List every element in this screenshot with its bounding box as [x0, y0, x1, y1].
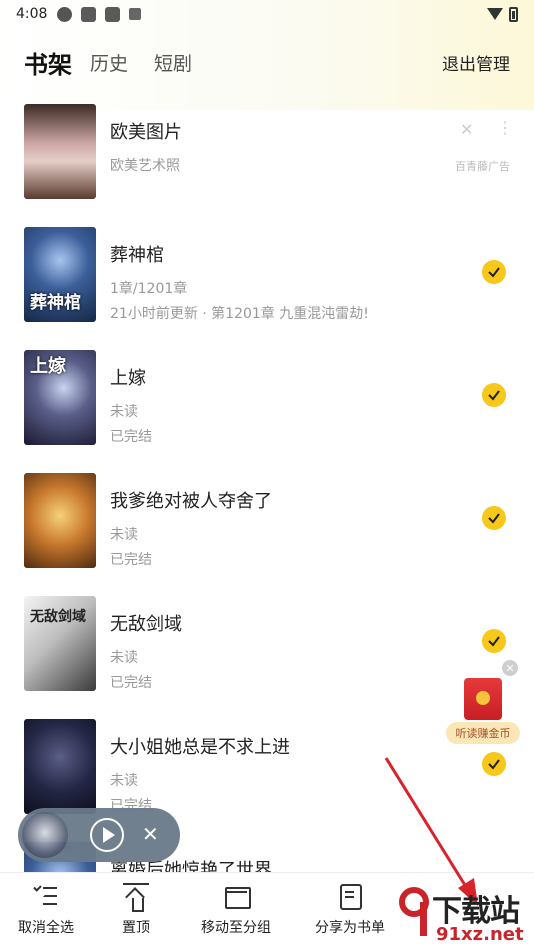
- wifi-icon: [487, 8, 503, 20]
- status-bar: 4:08: [0, 0, 534, 28]
- book-title: 葬神棺: [110, 245, 164, 266]
- pin-top-label: 置顶: [122, 920, 150, 936]
- notification-icon-3: [129, 8, 142, 20]
- book-status: 已完结: [110, 675, 152, 691]
- book-progress: 1章/1201章: [110, 281, 188, 297]
- book-cover: 无敌剑域: [24, 596, 96, 691]
- notification-icon-2: [105, 6, 121, 22]
- deselect-all-button[interactable]: 取消全选: [14, 883, 78, 937]
- list-item[interactable]: 我爹绝对被人夺舍了 未读 已完结: [0, 469, 534, 592]
- notification-icon: [81, 6, 97, 22]
- book-title: 欧美图片: [110, 122, 182, 143]
- cover-title-art: 上嫁: [30, 356, 66, 377]
- book-update-status: 21小时前更新 · 第1201章 九重混沌雷劫!: [110, 306, 369, 322]
- book-title: 无敌剑域: [110, 614, 182, 635]
- more-vertical-icon[interactable]: ⋮: [497, 118, 513, 137]
- watermark-url: 91xz.net: [436, 924, 524, 945]
- listen-reward-widget[interactable]: ✕ 听读赚金币: [446, 660, 524, 744]
- deselect-all-label: 取消全选: [18, 920, 74, 936]
- move-to-group-label: 移动至分组: [201, 920, 271, 936]
- selected-check-icon[interactable]: [482, 752, 506, 776]
- bookshelf-header: 书架 历史 短剧 退出管理: [0, 40, 534, 84]
- pin-top-button[interactable]: 置顶: [114, 883, 158, 937]
- audio-cover-thumbnail: [22, 812, 68, 858]
- play-button[interactable]: [90, 818, 124, 852]
- selected-check-icon[interactable]: [482, 506, 506, 530]
- battery-icon: [509, 6, 518, 22]
- book-cover: [24, 473, 96, 568]
- book-title: 上嫁: [110, 368, 146, 389]
- exit-manage-button[interactable]: 退出管理: [442, 50, 510, 75]
- tab-short-drama[interactable]: 短剧: [154, 49, 192, 76]
- play-icon: [102, 827, 115, 843]
- selected-check-icon[interactable]: [482, 260, 506, 284]
- book-progress: 未读: [110, 404, 138, 420]
- tab-bookshelf-label: 书架: [24, 50, 72, 79]
- book-progress: 未读: [110, 527, 138, 543]
- folder-icon: [223, 883, 251, 909]
- ad-source-label: 百青藤广告: [455, 160, 510, 173]
- app-notification-icon: [57, 6, 73, 22]
- status-time: 4:08: [16, 6, 48, 22]
- book-cover: 葬神棺: [24, 227, 96, 322]
- share-as-booklist-label: 分享为书单: [315, 920, 385, 936]
- reward-label: 听读赚金币: [446, 722, 520, 744]
- book-cover: 上嫁: [24, 350, 96, 445]
- red-envelope-icon: [464, 678, 502, 720]
- cover-title-art: 无敌剑域: [30, 609, 86, 625]
- watermark-logo-icon: [399, 887, 429, 936]
- book-progress: 未读: [110, 773, 138, 789]
- tab-history[interactable]: 历史: [90, 49, 128, 76]
- pin-top-icon: [123, 883, 149, 912]
- close-icon[interactable]: ✕: [142, 822, 159, 846]
- list-item[interactable]: 葬神棺 葬神棺 1章/1201章 21小时前更新 · 第1201章 九重混沌雷劫…: [0, 223, 534, 346]
- document-icon: [337, 883, 363, 910]
- book-title: 大小姐她总是不求上进: [110, 737, 290, 758]
- close-icon[interactable]: ✕: [460, 120, 473, 139]
- tab-bookshelf[interactable]: 书架: [22, 45, 72, 80]
- close-icon[interactable]: ✕: [502, 660, 518, 676]
- move-to-group-button[interactable]: 移动至分组: [196, 883, 276, 937]
- cover-title-art: 葬神棺: [30, 293, 81, 313]
- audio-mini-player[interactable]: ✕: [18, 808, 180, 862]
- list-item-ad[interactable]: 欧美图片 欧美艺术照 ✕ ⋮ 百青藤广告: [0, 100, 534, 223]
- share-as-booklist-button[interactable]: 分享为书单: [310, 883, 390, 937]
- book-progress: 未读: [110, 650, 138, 666]
- site-watermark: 下载站 91xz.net: [392, 880, 534, 950]
- book-status: 已完结: [110, 429, 152, 445]
- book-status: 已完结: [110, 552, 152, 568]
- list-item[interactable]: 上嫁 上嫁 未读 已完结: [0, 346, 534, 469]
- selected-check-icon[interactable]: [482, 383, 506, 407]
- checklist-icon: [33, 883, 59, 909]
- book-title: 我爹绝对被人夺舍了: [110, 491, 272, 512]
- book-cover: [24, 104, 96, 199]
- selected-check-icon[interactable]: [482, 629, 506, 653]
- book-cover: [24, 719, 96, 814]
- book-subtitle: 欧美艺术照: [110, 158, 180, 174]
- status-indicators: [487, 6, 518, 22]
